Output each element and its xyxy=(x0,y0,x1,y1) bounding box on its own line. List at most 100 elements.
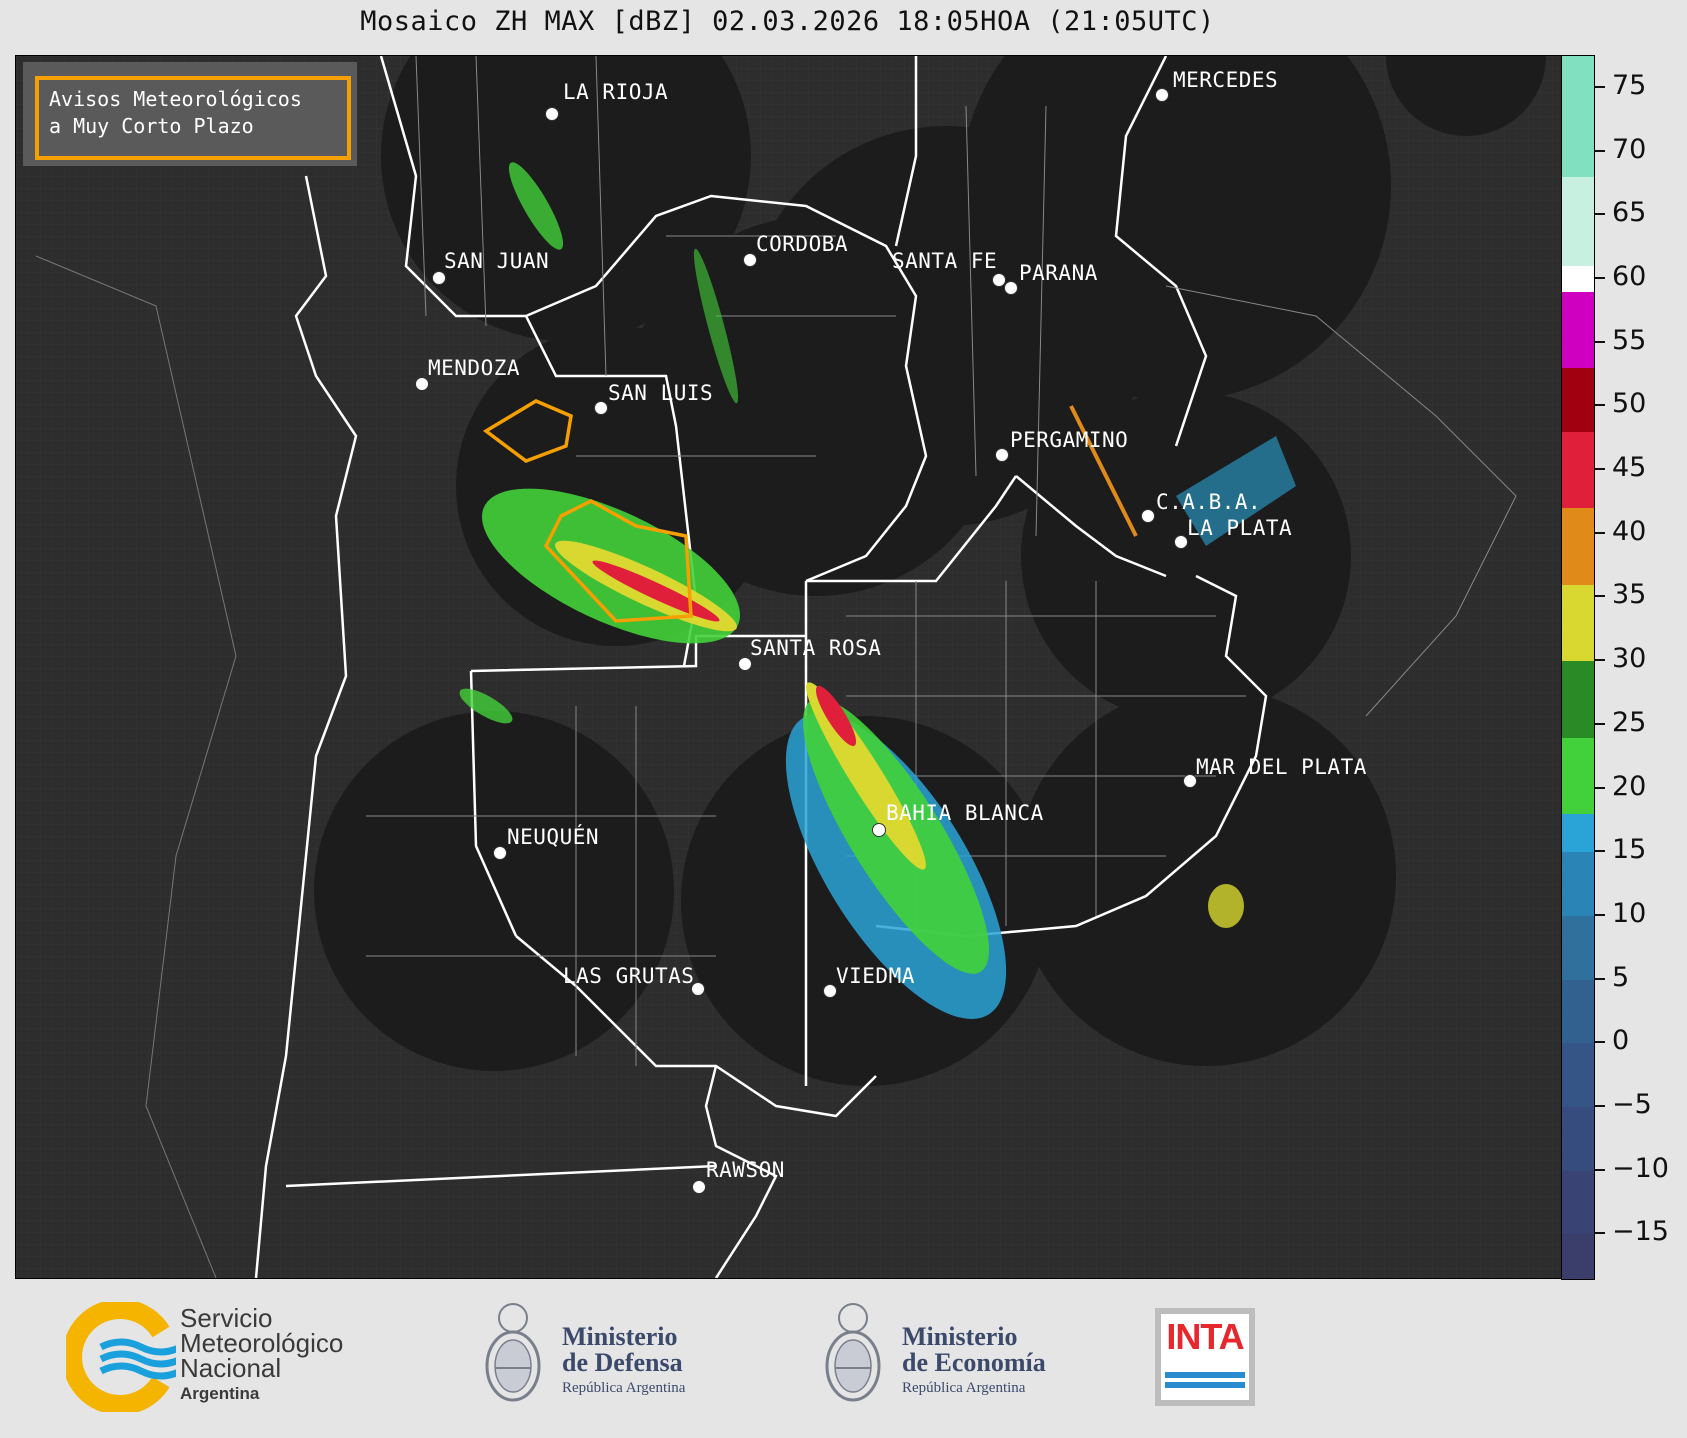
city-label: LA PLATA xyxy=(1187,516,1293,540)
city-marker xyxy=(545,107,559,121)
smn-logo-icon xyxy=(66,1302,176,1412)
colorbar-tick xyxy=(1595,659,1605,662)
city-label: PERGAMINO xyxy=(1010,428,1129,452)
economia-title2: de Economía xyxy=(902,1348,1046,1377)
colorbar-tick-label: 0 xyxy=(1612,1025,1630,1057)
colorbar-tick xyxy=(1595,977,1605,980)
colorbar-tick xyxy=(1595,595,1605,598)
city-label: MERCEDES xyxy=(1173,68,1279,92)
city-label: SAN JUAN xyxy=(444,249,550,273)
colorbar-tick-label: 55 xyxy=(1612,324,1647,356)
footer-logos: Servicio Meteorológico Nacional Argentin… xyxy=(0,1280,1687,1438)
colorbar-tick xyxy=(1595,404,1605,407)
smn-line4: Argentina xyxy=(180,1384,260,1403)
colorbar-tick-label: −10 xyxy=(1612,1152,1669,1184)
city-marker xyxy=(872,823,886,837)
smn-name: Servicio Meteorológico Nacional Argentin… xyxy=(180,1305,343,1406)
colorbar-band xyxy=(1562,584,1594,662)
colorbar-tick-label: −5 xyxy=(1612,1089,1652,1121)
colorbar-band xyxy=(1562,737,1594,814)
colorbar-tick-label: 35 xyxy=(1612,579,1647,611)
colorbar-band xyxy=(1562,1107,1594,1171)
colorbar-tick-label: 30 xyxy=(1612,643,1647,675)
colorbar-band xyxy=(1562,508,1594,585)
colorbar-tick-label: 25 xyxy=(1612,706,1647,738)
colorbar-tick xyxy=(1595,1041,1605,1044)
city-marker xyxy=(432,271,446,285)
colorbar-tick xyxy=(1595,1168,1605,1171)
colorbar xyxy=(1561,55,1595,1280)
city-marker xyxy=(594,401,608,415)
warnings-legend-line2: a Muy Corto Plazo xyxy=(49,114,254,138)
city-marker xyxy=(743,253,757,267)
warnings-legend: Avisos Meteorológicos a Muy Corto Plazo xyxy=(23,62,357,166)
colorbar-band xyxy=(1562,915,1594,980)
city-marker xyxy=(1141,509,1155,523)
colorbar-band xyxy=(1562,852,1594,916)
colorbar-band xyxy=(1562,1170,1594,1235)
economia-sub: República Argentina xyxy=(902,1380,1026,1396)
colorbar-band xyxy=(1562,814,1594,853)
colorbar-tick xyxy=(1595,1232,1605,1235)
colorbar-tick-label: 20 xyxy=(1612,770,1647,802)
economia-label: Ministerio de Economía República Argenti… xyxy=(902,1324,1046,1397)
map-title: Mosaico ZH MAX [dBZ] 02.03.2026 18:05HOA… xyxy=(360,6,1215,37)
warnings-legend-line1: Avisos Meteorológicos xyxy=(49,87,302,111)
colorbar-tick xyxy=(1595,85,1605,88)
colorbar-tick xyxy=(1595,722,1605,725)
colorbar-tick-label: 40 xyxy=(1612,515,1647,547)
city-marker xyxy=(415,377,429,391)
colorbar-tick xyxy=(1595,913,1605,916)
colorbar-tick xyxy=(1595,850,1605,853)
warnings-legend-frame: Avisos Meteorológicos a Muy Corto Plazo xyxy=(35,76,351,160)
colorbar-tick-label: 5 xyxy=(1612,961,1630,993)
city-marker xyxy=(692,1180,706,1194)
colorbar-tick-label: 10 xyxy=(1612,897,1647,929)
colorbar-band xyxy=(1562,431,1594,509)
inta-label: INTA xyxy=(1166,1316,1244,1357)
colorbar-tick xyxy=(1595,786,1605,789)
smn-line3: Nacional xyxy=(180,1353,282,1383)
colorbar-band xyxy=(1562,56,1594,178)
economia-title1: Ministerio xyxy=(902,1322,1018,1351)
city-label: NEUQUÉN xyxy=(507,825,600,849)
city-label: BAHIA BLANCA xyxy=(886,801,1044,825)
city-marker xyxy=(1155,88,1169,102)
inta-logo: INTA xyxy=(1155,1308,1255,1406)
colorbar-tick xyxy=(1595,1105,1605,1108)
city-label: SANTA FE xyxy=(892,249,998,273)
colorbar-tick-label: 45 xyxy=(1612,452,1647,484)
colorbar-tick-label: 50 xyxy=(1612,388,1647,420)
colorbar-tick-label: 60 xyxy=(1612,260,1647,292)
city-marker xyxy=(493,846,507,860)
defensa-title2: de Defensa xyxy=(562,1348,683,1377)
city-label: PARANA xyxy=(1019,261,1098,285)
colorbar-tick xyxy=(1595,149,1605,152)
city-label: MENDOZA xyxy=(428,356,521,380)
radar-map: Avisos Meteorológicos a Muy Corto Plazo … xyxy=(15,55,1565,1279)
colorbar-band xyxy=(1562,1043,1594,1107)
city-label: LAS GRUTAS xyxy=(563,964,695,988)
colorbar-tick-label: 15 xyxy=(1612,834,1647,866)
defensa-sub: República Argentina xyxy=(562,1380,686,1396)
city-label: C.A.B.A. xyxy=(1156,490,1262,514)
colorbar-tick-label: 70 xyxy=(1612,133,1647,165)
colorbar-tick xyxy=(1595,276,1605,279)
colorbar-tick xyxy=(1595,340,1605,343)
city-label: SAN LUIS xyxy=(608,381,714,405)
city-label: RAWSON xyxy=(706,1158,785,1182)
defensa-label: Ministerio de Defensa República Argentin… xyxy=(562,1324,685,1397)
city-marker xyxy=(1004,281,1018,295)
colorbar-band xyxy=(1562,291,1594,369)
colorbar-band xyxy=(1562,1234,1594,1279)
colorbar-band xyxy=(1562,266,1594,292)
city-label: MAR DEL PLATA xyxy=(1196,755,1367,779)
colorbar-tick-label: 75 xyxy=(1612,69,1647,101)
colorbar-band xyxy=(1562,661,1594,738)
city-marker xyxy=(995,448,1009,462)
coat-of-arms-icon xyxy=(825,1303,881,1402)
city-label: LA RIOJA xyxy=(563,80,669,104)
city-label: CORDOBA xyxy=(756,232,849,256)
colorbar-tick xyxy=(1595,468,1605,471)
city-label: VIEDMA xyxy=(836,964,915,988)
